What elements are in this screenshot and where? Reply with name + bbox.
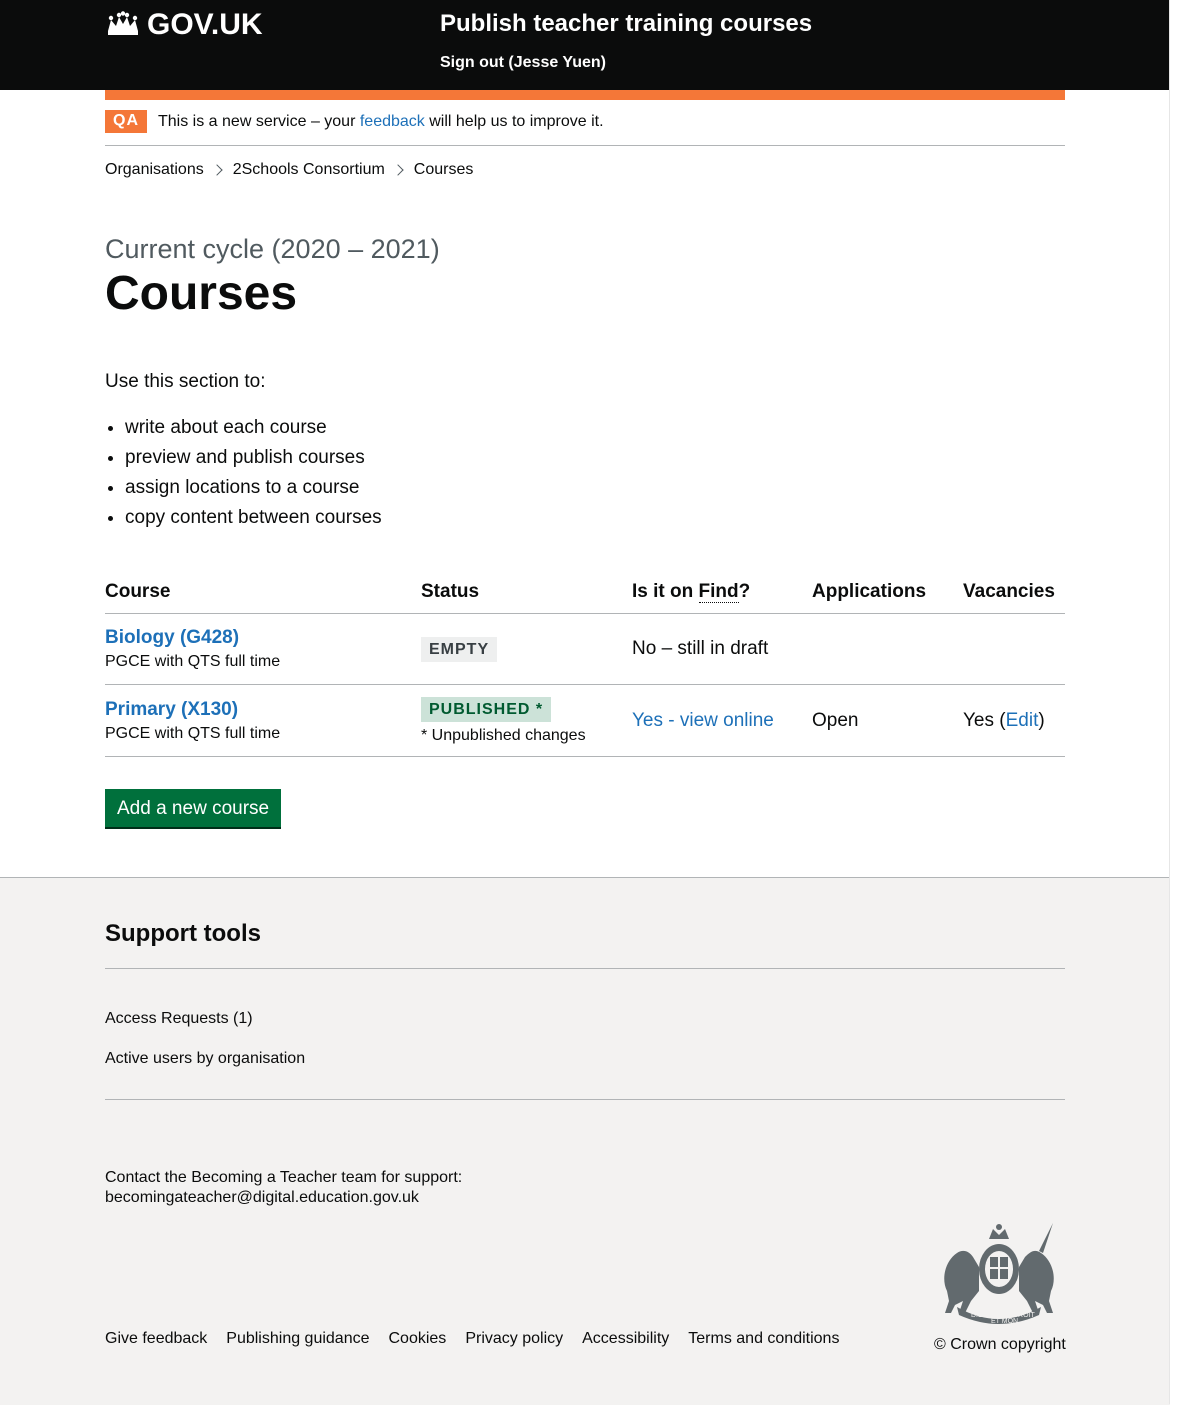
crown-copyright-link[interactable]: © Crown copyright [934, 1336, 1066, 1354]
cell-vacancies [963, 613, 1065, 685]
phase-color-bar [105, 90, 1065, 100]
contact-block: Contact the Becoming a Teacher team for … [105, 1168, 462, 1208]
footer-link-cookies[interactable]: Cookies [389, 1330, 447, 1348]
cell-find: Yes - view online [632, 684, 812, 757]
access-requests-link[interactable]: Access Requests (1) [105, 1010, 253, 1028]
status-badge: EMPTY [421, 636, 498, 662]
list-item: write about each course [125, 416, 382, 446]
list-item: copy content between courses [125, 506, 382, 536]
phase-text: This is a new service – your feedback wi… [158, 110, 604, 131]
table-row: Biology (G428) PGCE with QTS full time E… [105, 613, 1065, 685]
cell-applications: Open [812, 684, 963, 757]
sign-out-link[interactable]: Sign out (Jesse Yuen) [440, 54, 606, 72]
breadcrumb-organisations[interactable]: Organisations [105, 161, 204, 179]
site-header: GOV.UK Publish teacher training courses … [0, 0, 1170, 90]
course-link-primary[interactable]: Primary (X130) [105, 699, 238, 720]
footer-link-give-feedback[interactable]: Give feedback [105, 1330, 207, 1348]
vacancies-suffix: ) [1038, 709, 1045, 731]
list-item: assign locations to a course [125, 476, 382, 506]
course-subtitle: PGCE with QTS full time [105, 724, 281, 742]
crest-motto-2: ET MON [991, 1318, 1018, 1325]
intro-list: write about each course preview and publ… [105, 416, 382, 536]
footer-link-publishing-guidance[interactable]: Publishing guidance [226, 1330, 369, 1348]
contact-text: Contact the Becoming a Teacher team for … [105, 1169, 463, 1186]
chevron-right-icon [392, 164, 404, 176]
crest-motto-3: DROIT [1013, 1312, 1036, 1319]
support-tools-heading: Support tools [105, 920, 261, 947]
view-online-link[interactable]: Yes - view online [632, 710, 774, 731]
header-status: Status [421, 578, 632, 614]
cell-find: No – still in draft [632, 613, 812, 685]
phase-text-before: This is a new service – your [158, 113, 360, 130]
breadcrumb-organisation[interactable]: 2Schools Consortium [233, 161, 385, 179]
course-link-biology[interactable]: Biology (G428) [105, 627, 239, 648]
breadcrumb: Organisations 2Schools Consortium Course… [105, 161, 473, 179]
cell-vacancies: Yes (Edit) [963, 684, 1065, 757]
vacancies-prefix: Yes ( [963, 709, 1006, 731]
govuk-logo-link[interactable]: GOV.UK [105, 8, 263, 42]
cell-status: EMPTY [421, 613, 632, 685]
breadcrumb-current: Courses [413, 161, 474, 178]
feedback-link[interactable]: feedback [360, 113, 425, 130]
active-users-link[interactable]: Active users by organisation [105, 1050, 305, 1068]
header-applications: Applications [812, 578, 963, 614]
table-header-row: Course Status Is it on Find? Application… [105, 578, 1065, 614]
cell-course: Primary (X130) PGCE with QTS full time [105, 684, 421, 757]
header-vacancies: Vacancies [963, 578, 1065, 614]
status-badge: PUBLISHED * [421, 696, 552, 722]
header-find: Is it on Find? [632, 578, 812, 614]
footer-link-accessibility[interactable]: Accessibility [582, 1330, 669, 1348]
footer-link-terms[interactable]: Terms and conditions [688, 1330, 839, 1348]
phase-banner: QA This is a new service – your feedback… [105, 110, 1065, 146]
footer-link-privacy-policy[interactable]: Privacy policy [465, 1330, 563, 1348]
site-footer: Support tools Access Requests (1) Active… [0, 877, 1170, 1405]
crown-icon [108, 11, 138, 35]
cell-course: Biology (G428) PGCE with QTS full time [105, 613, 421, 685]
page-title: Courses [105, 267, 298, 320]
phase-text-after: will help us to improve it. [424, 113, 604, 130]
add-course-button[interactable]: Add a new course [105, 789, 282, 827]
royal-crest-icon: DIEU ET MON DROIT [944, 1223, 1054, 1325]
courses-table: Course Status Is it on Find? Application… [105, 578, 1065, 757]
intro-text: Use this section to: [105, 371, 266, 392]
cell-status: PUBLISHED * * Unpublished changes [421, 684, 632, 757]
cell-applications [812, 613, 963, 685]
list-item: preview and publish courses [125, 446, 382, 476]
phase-tag: QA [105, 110, 147, 133]
page-caption: Current cycle (2020 – 2021) [105, 234, 440, 264]
course-subtitle: PGCE with QTS full time [105, 653, 281, 670]
status-note: * Unpublished changes [421, 726, 586, 744]
contact-email-link[interactable]: becomingateacher@digital.education.gov.u… [105, 1189, 419, 1206]
divider [105, 968, 1065, 969]
header-course: Course [105, 578, 421, 614]
footer-links: Give feedback Publishing guidance Cookie… [105, 1330, 839, 1348]
scrollbar[interactable] [1169, 0, 1185, 1404]
find-abbr: Find [698, 581, 739, 603]
header-find-suffix: ? [738, 581, 751, 602]
header-find-prefix: Is it on [632, 581, 699, 602]
crest-motto-1: DIEU [971, 1312, 988, 1319]
page: GOV.UK Publish teacher training courses … [0, 0, 1170, 1405]
edit-vacancies-link[interactable]: Edit [1006, 710, 1039, 731]
divider [105, 1099, 1065, 1100]
table-row: Primary (X130) PGCE with QTS full time P… [105, 684, 1065, 757]
logo-text: GOV.UK [147, 8, 263, 41]
chevron-right-icon [211, 164, 223, 176]
service-name-link[interactable]: Publish teacher training courses [440, 10, 812, 38]
